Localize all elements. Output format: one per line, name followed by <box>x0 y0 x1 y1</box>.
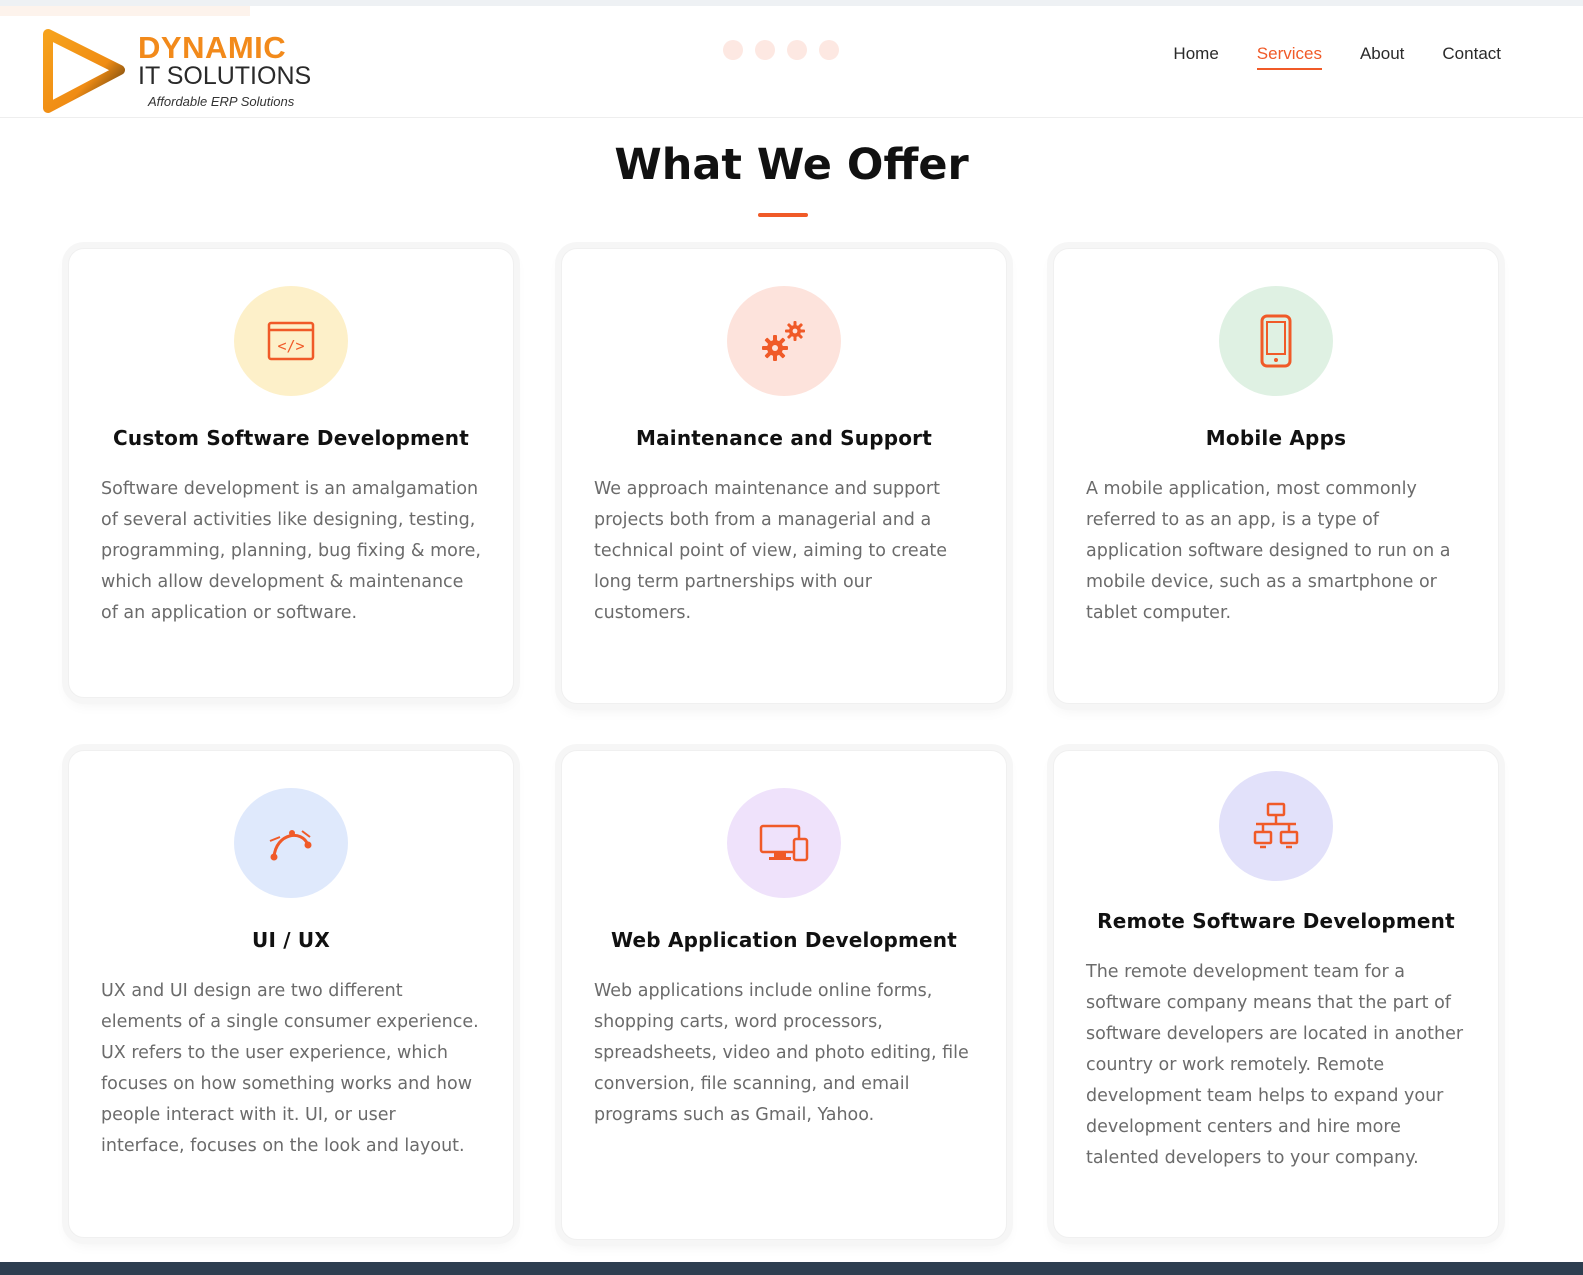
card-text: UX and UI design are two different eleme… <box>101 981 479 1156</box>
slider-dots <box>723 40 839 60</box>
icon-circle <box>1219 286 1333 396</box>
card-text: Software development is an amalgamation … <box>101 479 481 623</box>
title-underline <box>758 213 808 217</box>
icon-circle <box>727 788 841 898</box>
service-card-mobile-apps[interactable]: Mobile Apps A mobile application, most c… <box>1053 248 1499 704</box>
svg-text:</>: </> <box>277 337 304 355</box>
card-title: Mobile Apps <box>1205 426 1347 450</box>
section-title: What We Offer <box>614 140 969 190</box>
card-title: Maintenance and Support <box>635 426 933 450</box>
card-text: A mobile application, most commonly refe… <box>1086 479 1451 623</box>
mobile-phone-icon <box>1260 314 1292 368</box>
service-card-ui-ux[interactable]: UI / UX UX and UI design are two differe… <box>68 750 514 1238</box>
slider-dot[interactable] <box>755 40 775 60</box>
card-title: Web Application Development <box>610 928 957 952</box>
icon-circle <box>234 788 348 898</box>
card-title: UI / UX <box>252 928 330 952</box>
card-text: The remote development team for a softwa… <box>1086 962 1464 1168</box>
code-window-icon: </> <box>267 321 315 361</box>
network-icon <box>1253 802 1299 849</box>
card-text: Web applications include online forms, s… <box>594 981 969 1125</box>
slider-dot[interactable] <box>819 40 839 60</box>
play-logo-icon <box>43 29 125 113</box>
card-text: We approach maintenance and support proj… <box>594 479 948 623</box>
icon-circle <box>1219 771 1333 881</box>
service-card-web-app[interactable]: Web Application Development Web applicat… <box>561 750 1007 1240</box>
site-header: DYNAMIC IT SOLUTIONS Affordable ERP Solu… <box>0 0 1583 118</box>
main-nav: Home Services About Contact <box>1173 44 1501 70</box>
gears-icon <box>762 321 805 361</box>
logo-line1: DYNAMIC <box>138 30 287 65</box>
monitor-devices-icon <box>759 824 809 862</box>
icon-circle: </> <box>234 286 348 396</box>
site-logo[interactable]: DYNAMIC IT SOLUTIONS Affordable ERP Solu… <box>42 28 342 114</box>
slider-dot[interactable] <box>723 40 743 60</box>
service-card-custom-software[interactable]: </> Custom Software Development Software… <box>68 248 514 698</box>
nav-home[interactable]: Home <box>1173 44 1218 70</box>
icon-circle <box>727 286 841 396</box>
card-title: Custom Software Development <box>113 426 469 450</box>
bezier-curve-icon <box>269 830 312 861</box>
footer-bar <box>0 1262 1583 1275</box>
logo-line2: IT SOLUTIONS <box>138 62 312 90</box>
logo-tagline: Affordable ERP Solutions <box>148 94 295 109</box>
slider-dot[interactable] <box>787 40 807 60</box>
service-card-remote-dev[interactable]: Remote Software Development The remote d… <box>1053 750 1499 1238</box>
nav-services[interactable]: Services <box>1256 44 1322 70</box>
card-title: Remote Software Development <box>1097 909 1455 933</box>
nav-contact[interactable]: Contact <box>1442 44 1501 70</box>
service-card-maintenance[interactable]: Maintenance and Support We approach main… <box>561 248 1007 704</box>
nav-about[interactable]: About <box>1360 44 1404 70</box>
